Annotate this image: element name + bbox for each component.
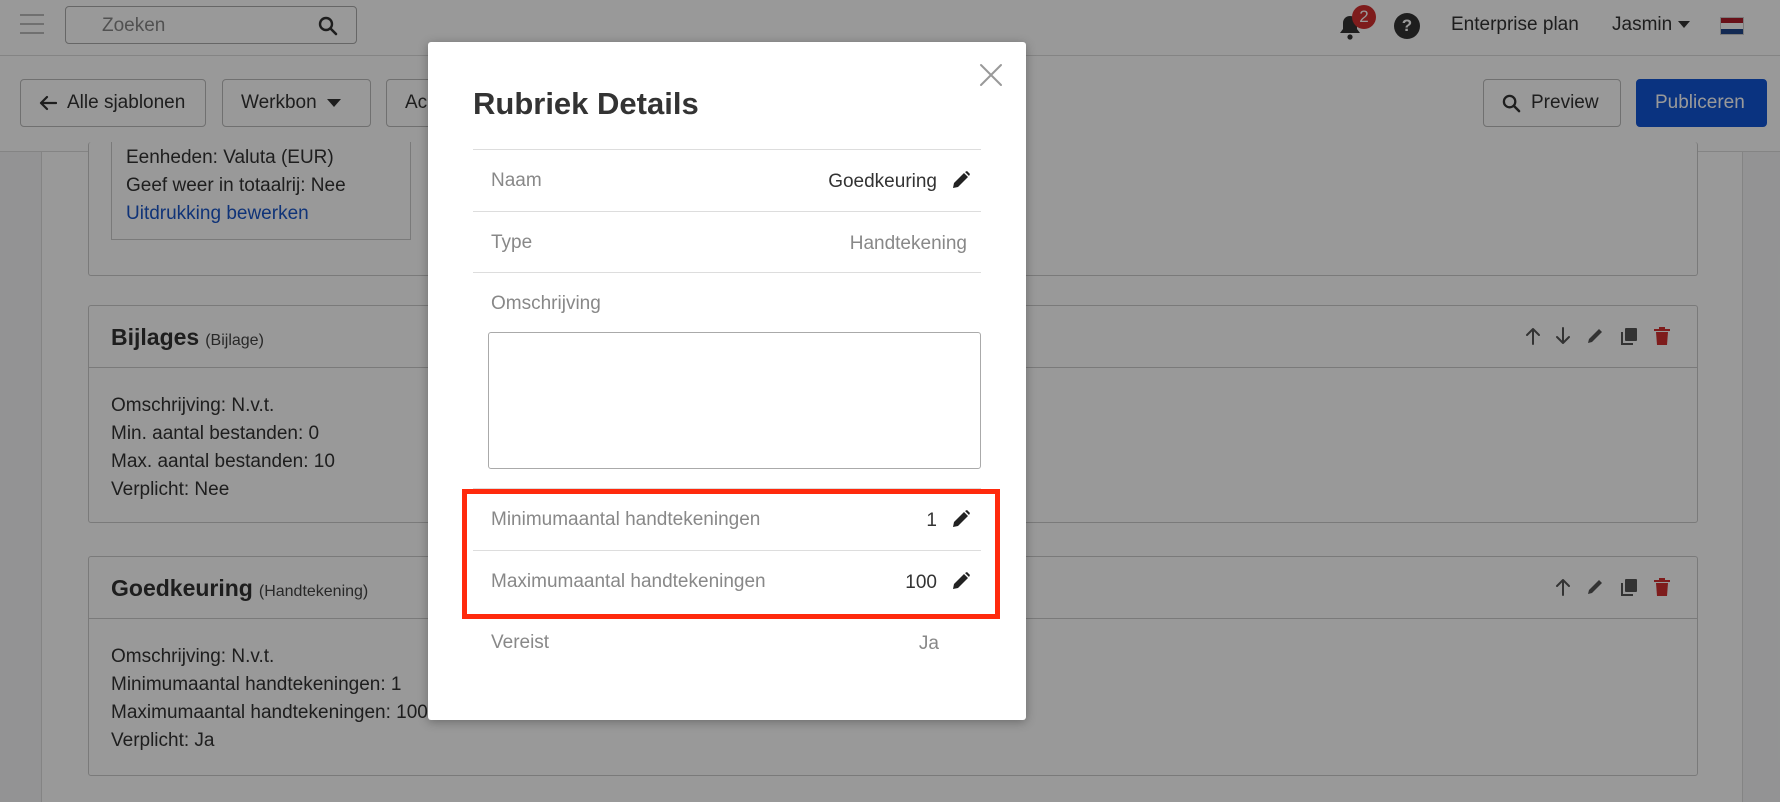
required-row: Vereist Ja [473, 612, 981, 674]
description-label: Omschrijving [491, 293, 601, 314]
type-value: Handtekening [849, 233, 967, 254]
name-label: Naam [491, 170, 542, 191]
description-row: Omschrijving [473, 272, 981, 332]
edit-name-pencil-icon[interactable] [951, 170, 971, 190]
type-label: Type [491, 232, 533, 253]
highlight-box [462, 489, 1000, 619]
required-value: Ja [918, 633, 939, 654]
modal-title: Rubriek Details [473, 86, 699, 121]
required-label: Vereist [491, 632, 550, 653]
description-textarea[interactable] [488, 332, 981, 469]
type-row: Type Handtekening [473, 211, 981, 273]
name-value: Goedkeuring [828, 171, 937, 192]
close-icon[interactable] [978, 62, 1004, 88]
name-row: Naam Goedkeuring [473, 149, 981, 211]
